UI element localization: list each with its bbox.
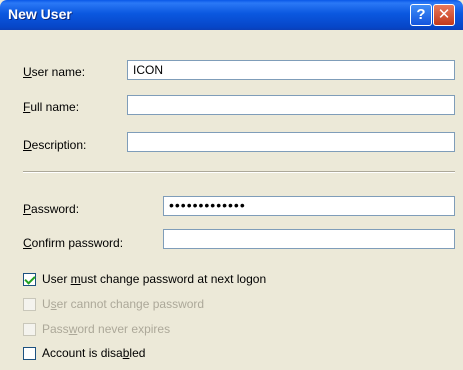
must-change-password-checkbox[interactable]: User must change password at next logon [23,272,266,286]
checkbox-icon[interactable] [23,322,36,336]
description-label: Description: [23,138,87,152]
dialog-body: User name: ICON Full name: Description: … [0,30,463,370]
user-name-label: User name: [23,65,86,79]
checkbox-icon[interactable] [23,346,36,360]
window-title: New User [8,6,72,22]
title-bar: New User ? ✕ [0,0,463,30]
password-never-expires-label: Password never expires [42,322,171,336]
checkbox-checked-icon[interactable] [23,272,36,286]
cannot-change-password-checkbox[interactable]: User cannot change password [23,297,204,311]
password-label: Password: [23,202,80,216]
user-name-input[interactable]: ICON [127,60,455,80]
password-mask: ••••••••••••• [169,197,246,213]
section-divider [23,171,455,173]
full-name-input[interactable] [127,95,455,115]
confirm-password-label: Confirm password: [23,236,124,250]
must-change-password-label: User must change password at next logon [42,272,267,286]
account-disabled-label: Account is disabled [42,346,146,360]
help-button[interactable]: ? [410,4,432,26]
confirm-password-input[interactable] [163,229,455,249]
checkbox-icon[interactable] [23,297,36,311]
close-button[interactable]: ✕ [433,4,455,26]
full-name-label: Full name: [23,100,80,114]
account-disabled-checkbox[interactable]: Account is disabled [23,346,145,360]
password-never-expires-checkbox[interactable]: Password never expires [23,322,170,336]
description-input[interactable] [127,132,455,152]
password-input[interactable]: ••••••••••••• [163,196,455,216]
cannot-change-password-label: User cannot change password [42,297,205,311]
